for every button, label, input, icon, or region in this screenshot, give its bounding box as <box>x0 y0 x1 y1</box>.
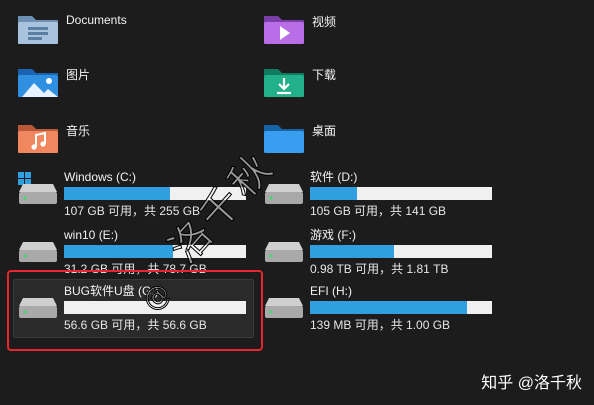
drive-h[interactable]: EFI (H:) 139 MB 可用，共 1.00 GB <box>262 284 492 332</box>
drive-name: EFI (H:) <box>310 284 352 298</box>
folder-downloads[interactable]: 下载 <box>262 63 336 101</box>
highlight-frame <box>7 270 263 351</box>
hard-drive-icon <box>16 228 60 266</box>
drive-name: 软件 (D:) <box>310 170 358 184</box>
folder-desktop[interactable]: 桌面 <box>262 119 336 157</box>
hard-drive-icon <box>262 284 306 322</box>
drive-usage-bar <box>310 301 492 314</box>
drive-usage-fill <box>64 187 170 200</box>
drive-f[interactable]: 游戏 (F:) 0.98 TB 可用，共 1.81 TB <box>262 228 492 276</box>
folder-label: 音乐 <box>66 124 91 138</box>
drive-name: 游戏 (F:) <box>310 228 356 242</box>
folder-music[interactable]: 音乐 <box>16 119 90 157</box>
drive-usage-bar <box>310 245 492 258</box>
footer-credit: 知乎 @洛千秋 <box>481 375 582 392</box>
drive-space-text: 139 MB 可用，共 1.00 GB <box>310 318 451 332</box>
drive-usage-fill <box>310 245 394 258</box>
drive-d[interactable]: 软件 (D:) 105 GB 可用，共 141 GB <box>262 170 492 218</box>
drive-space-text: 0.98 TB 可用，共 1.81 TB <box>310 262 449 276</box>
folder-pictures[interactable]: 图片 <box>16 63 90 101</box>
drive-usage-bar <box>310 187 492 200</box>
folder-label: 视频 <box>312 15 337 29</box>
drive-usage-fill <box>310 301 467 314</box>
videos-folder-icon <box>262 10 306 48</box>
folder-documents[interactable]: Documents <box>16 10 127 48</box>
drive-usage-fill <box>310 187 358 200</box>
folder-label: 桌面 <box>312 124 337 138</box>
folder-label: 图片 <box>66 68 91 82</box>
desktop-folder-icon <box>262 119 306 157</box>
folder-videos[interactable]: 视频 <box>262 10 336 48</box>
folder-label: Documents <box>66 13 127 27</box>
drive-space-text: 105 GB 可用，共 141 GB <box>310 204 447 218</box>
downloads-folder-icon <box>262 63 306 101</box>
folder-label: 下载 <box>312 68 337 82</box>
drive-usage-fill <box>64 245 174 258</box>
music-folder-icon <box>16 119 60 157</box>
hard-drive-icon <box>262 228 306 266</box>
documents-folder-icon <box>16 10 60 48</box>
windows-drive-icon <box>16 170 60 208</box>
pictures-folder-icon <box>16 63 60 101</box>
